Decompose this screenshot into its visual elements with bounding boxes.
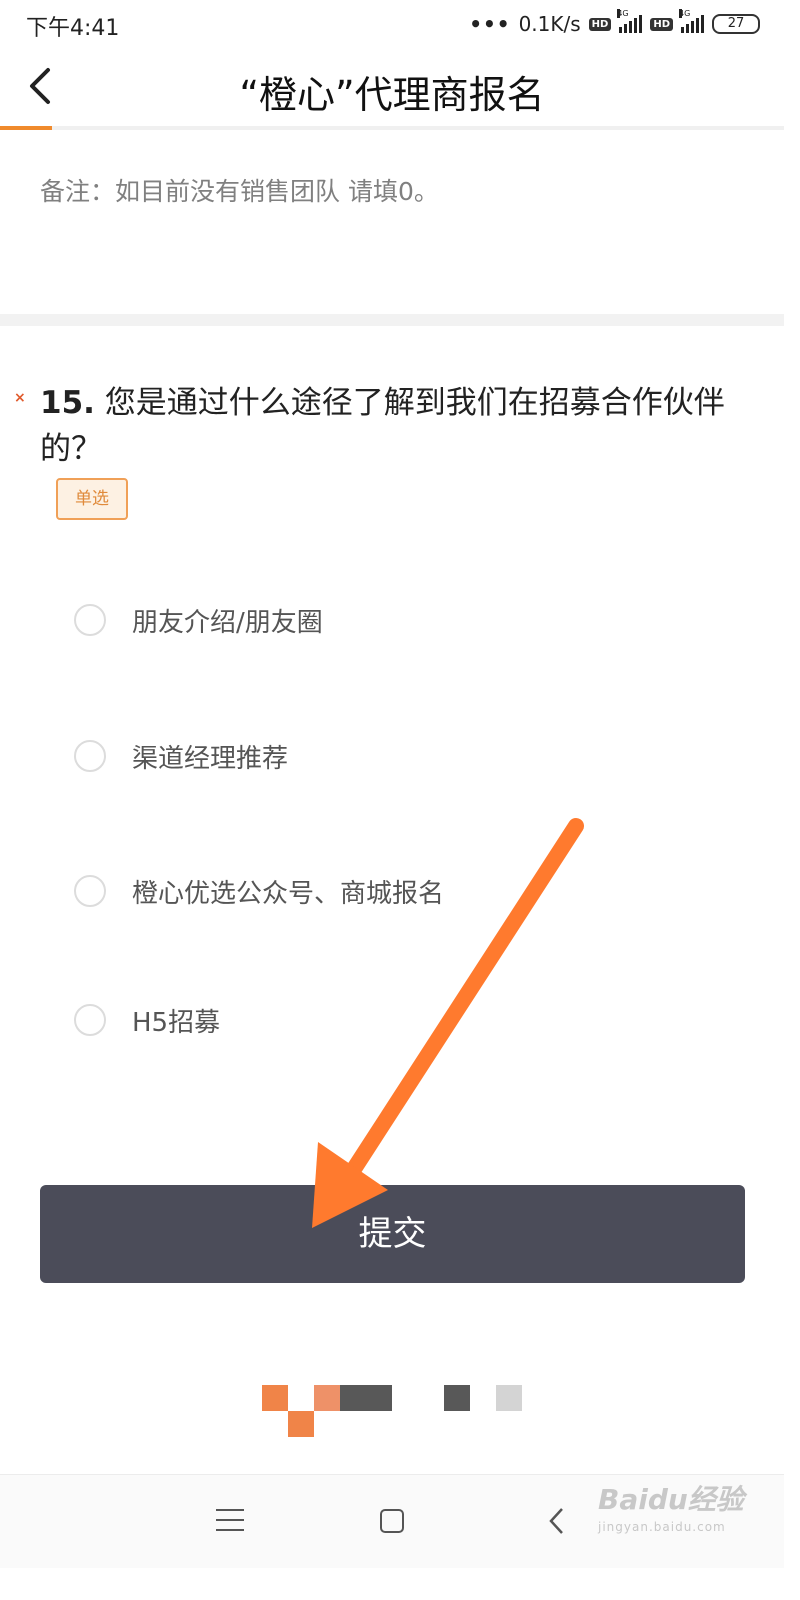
status-indicators: ••• 0.1K/s HD 4G HD 4G 27 (469, 9, 760, 38)
radio-button[interactable] (74, 875, 106, 907)
signal-icon: 4G (617, 9, 643, 33)
option-label: 朋友介绍/朋友圈 (132, 607, 323, 638)
home-icon[interactable] (380, 1509, 404, 1533)
network-speed: 0.1K/s (518, 12, 581, 36)
net-type-label-2: 4G (679, 9, 691, 18)
radio-button[interactable] (74, 740, 106, 772)
baidu-watermark: Baidu经验 jingyan.baidu.com (598, 1478, 748, 1558)
header-accent-bar (0, 126, 52, 130)
status-bar: 下午4:41 ••• 0.1K/s HD 4G HD 4G 27 (0, 0, 784, 50)
header-bar: “橙心”代理商报名 (0, 50, 784, 130)
required-mark-icon: × (14, 390, 26, 406)
signal-icon-2: 4G (679, 9, 704, 33)
watermark-logo: Baidu经验 (598, 1483, 744, 1516)
option-friend-referral[interactable]: 朋友介绍/朋友圈 (74, 600, 323, 640)
option-channel-manager[interactable]: 渠道经理推荐 (74, 736, 288, 776)
option-label: 橙心优选公众号、商城报名 (132, 878, 445, 909)
option-h5-recruit[interactable]: H5招募 (74, 1000, 220, 1040)
menu-icon[interactable] (216, 1509, 244, 1533)
system-back-icon[interactable] (546, 1505, 568, 1537)
question-title: 15. 您是通过什么途径了解到我们在招募合作伙伴的？ (40, 380, 750, 472)
previous-question-note: 备注：如目前没有销售团队 请填0。 (40, 177, 439, 206)
option-official-account[interactable]: 橙心优选公众号、商城报名 (74, 871, 444, 911)
survey-page: 下午4:41 ••• 0.1K/s HD 4G HD 4G 27 “橙心”代理商… (0, 0, 784, 1568)
section-divider (0, 314, 784, 326)
status-time: 下午4:41 (26, 16, 120, 41)
radio-button[interactable] (74, 604, 106, 636)
page-title: “橙心”代理商报名 (239, 73, 545, 117)
question-number: 15. (40, 385, 95, 421)
brand-logo (262, 1385, 524, 1439)
watermark-url: jingyan.baidu.com (598, 1520, 726, 1534)
battery-icon: 27 (712, 14, 760, 34)
annotation-arrow-icon (312, 818, 584, 1228)
single-choice-badge: 单选 (56, 478, 128, 520)
option-label: H5招募 (132, 1007, 221, 1038)
notification-dots: ••• (469, 12, 511, 36)
hd-icon-2: HD (650, 17, 673, 31)
option-label: 渠道经理推荐 (132, 743, 289, 774)
question-text: 您是通过什么途径了解到我们在招募合作伙伴的？ (40, 385, 725, 467)
hd-icon: HD (588, 17, 612, 31)
submit-button[interactable]: 提交 (40, 1185, 745, 1283)
radio-button[interactable] (74, 1004, 106, 1036)
net-type-label: 4G (617, 9, 629, 18)
